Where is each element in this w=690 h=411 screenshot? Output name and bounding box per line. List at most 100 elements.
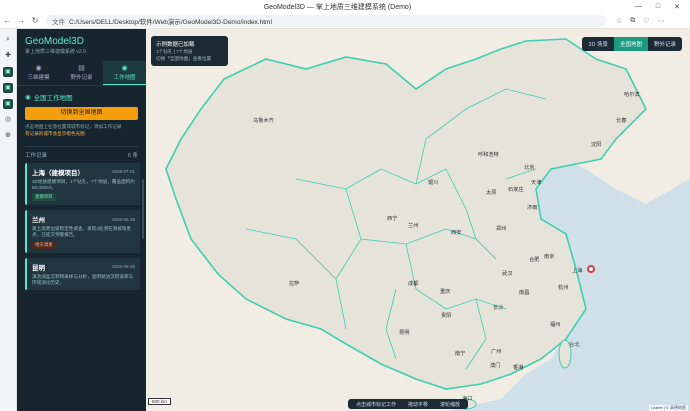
globe-icon: ◉ [121, 65, 128, 72]
url-input[interactable]: 文件 C:/Users/DELL/Desktop/软件/Web演示/GeoMod… [46, 14, 606, 27]
worklog-list: 上海（建模项目） 2026-07-01 3D地质建模项目，1个钻孔，7个地层，覆盖… [17, 162, 146, 290]
app-icon[interactable]: ▣ [3, 99, 13, 109]
city-label[interactable]: 澳门 [490, 362, 500, 369]
city-label[interactable]: 天津 [531, 179, 541, 186]
city-label[interactable]: 合肥 [529, 256, 539, 263]
city-label[interactable]: 长春 [616, 117, 626, 124]
city-label[interactable]: 长沙 [493, 304, 503, 311]
app-name: GeoModel3D [25, 36, 84, 47]
forward-icon[interactable]: → [14, 16, 28, 25]
city-label[interactable]: 南宁 [455, 350, 465, 357]
menu-icon[interactable]: ⋯ [658, 17, 665, 25]
city-label[interactable]: 银川 [428, 179, 438, 186]
app-subtitle: 掌上地质三维建模系统 v2.0 [25, 49, 86, 55]
worklog-count: 6 条 [127, 152, 138, 159]
globe-icon: ◉ [25, 94, 31, 101]
worklog-title: 工作记录 [25, 152, 48, 159]
tab-work-map[interactable]: ◉ 工作地图 [103, 61, 146, 85]
url-scheme-tag: 文件 [52, 18, 65, 26]
city-label[interactable]: 南昌 [519, 289, 529, 296]
city-label[interactable]: 拉萨 [289, 280, 299, 287]
map-help-bar: 点击城市标记工作 拖动平移 滚轮缩放 [348, 399, 469, 409]
window-title: GeoModel3D — 掌上地质三维建模系统 (Demo) [263, 3, 412, 11]
browser-side-panel: ⌕ ✚ ▣ ▣ ▣ ◎ ⊕ [0, 29, 17, 411]
worklog-card[interactable]: 上海（建模项目） 2026-07-01 3D地质建模项目，1个钻孔，7个地层，覆盖… [25, 162, 140, 206]
map-attribution[interactable]: Leaflet | © 高德地图 [648, 405, 688, 411]
scale-bar: 500 km [148, 398, 171, 405]
map-hint: 点击地图上任意位置或城市标记，添加工作记录 [25, 124, 122, 129]
city-label[interactable]: 上海 [572, 267, 582, 274]
card-badge: 建模项目 [32, 193, 56, 202]
card-city: 兰州 [32, 217, 45, 225]
city-label[interactable]: 台北 [569, 341, 579, 348]
view-field-records-button[interactable]: 野外记录 [648, 37, 682, 51]
switch-national-map-button[interactable]: 切换到全国地图 [25, 107, 138, 120]
city-label[interactable]: 西安 [451, 229, 461, 236]
city-label[interactable]: 郑州 [496, 225, 506, 232]
city-label[interactable]: 贵阳 [441, 312, 451, 319]
city-label[interactable]: 北京 [524, 164, 534, 171]
reload-icon[interactable]: ↻ [28, 16, 42, 25]
card-date: 2026-07-01 [111, 169, 135, 175]
city-label[interactable]: 南京 [544, 253, 554, 260]
city-label[interactable]: 重庆 [440, 288, 450, 295]
close-button[interactable]: ✕ [674, 3, 680, 11]
target-icon[interactable]: ◎ [3, 115, 13, 125]
collections-icon[interactable]: ♡ [643, 17, 649, 25]
toast-line: 1个钻孔 | 7个地层 [156, 49, 193, 54]
tab-label: 工作地图 [113, 75, 136, 81]
add-icon[interactable]: ✚ [3, 51, 13, 61]
city-label[interactable]: 武汉 [502, 270, 512, 277]
tab-field-records[interactable]: ▤ 野外记录 [60, 61, 103, 85]
globe-icon: ◉ [35, 65, 42, 72]
city-label[interactable]: 乌鲁木齐 [253, 117, 274, 124]
worklog-header: 工作记录 6 条 [17, 147, 146, 163]
tab-label: 三维建模 [27, 75, 50, 81]
address-bar-row: ← → ↻ 文件 C:/Users/DELL/Desktop/软件/Web演示/… [0, 13, 690, 29]
city-label[interactable]: 沈阳 [591, 141, 601, 148]
worklog-card[interactable]: 兰州 2026-06-28 黄土高原边坡稳定性调查，发现3处潜在滑坡隐患点，已提交… [25, 210, 140, 253]
worklog-card[interactable]: 昆明 2026-06-25 滇池湖盆沉积物采样与分析，查明湖泊沉积速率与环境演化历… [25, 257, 140, 290]
back-icon[interactable]: ← [0, 16, 14, 25]
shanghai-active-marker[interactable] [587, 265, 595, 273]
search-icon[interactable]: ⌕ [3, 35, 13, 45]
city-label[interactable]: 济南 [527, 204, 537, 211]
city-label[interactable]: 太原 [486, 189, 496, 196]
city-label[interactable]: 成都 [408, 280, 418, 287]
card-date: 2026-06-28 [111, 216, 135, 222]
toast-title: 示例数据已加载 [156, 42, 195, 48]
view-national-map-button[interactable]: 全国地图 [613, 37, 648, 51]
app-icon[interactable]: ▣ [3, 67, 13, 77]
minimize-button[interactable]: — [635, 3, 642, 11]
scrollbar[interactable] [142, 179, 144, 239]
window-controls: — □ ✕ [635, 3, 680, 11]
view-3d-scene-button[interactable]: 3D 场景 [582, 37, 614, 51]
globe-icon[interactable]: ⊕ [3, 131, 13, 141]
tab-3d-modeling[interactable]: ◉ 三维建模 [17, 61, 60, 85]
favorite-icon[interactable]: ☆ [616, 17, 622, 25]
sidebar-tabs: ◉ 三维建模 ▤ 野外记录 ◉ 工作地图 [17, 61, 146, 86]
city-label[interactable]: 昆明 [399, 329, 409, 336]
city-label[interactable]: 呼和浩特 [478, 151, 499, 158]
toast-line: 切换「全国地图」查看位置 [156, 56, 212, 61]
work-map-section: ◉ 全国工作地图 切换到全国地图 点击地图上任意位置或城市标记，添加工作记录 有记… [17, 86, 146, 138]
card-date: 2026-06-25 [111, 264, 135, 270]
city-label[interactable]: 石家庄 [508, 186, 524, 193]
app-icon[interactable]: ▣ [3, 83, 13, 93]
city-label[interactable]: 杭州 [558, 284, 568, 291]
split-icon[interactable]: ⧉ [630, 17, 635, 25]
card-city: 上海（建模项目） [32, 169, 84, 177]
section-title-text: 全国工作地图 [33, 95, 73, 102]
china-map[interactable]: 乌鲁木齐 哈尔滨 长春 沈阳 呼和浩特 北京 天津 石家庄 太原 银川 济南 西… [146, 29, 690, 411]
city-label[interactable]: 香港 [513, 364, 523, 371]
card-desc: 黄土高原边坡稳定性调查，发现3处潜在滑坡隐患点，已提交预警报告。 [32, 226, 132, 238]
browser-titlebar: GeoModel3D — 掌上地质三维建模系统 (Demo) — □ ✕ [0, 0, 690, 13]
city-label[interactable]: 兰州 [408, 222, 418, 229]
browser-tools: ☆ ⧉ ♡ ⋯ [616, 17, 665, 25]
maximize-button[interactable]: □ [656, 3, 660, 11]
city-label[interactable]: 哈尔滨 [624, 91, 640, 98]
city-label[interactable]: 广州 [491, 348, 501, 355]
city-label[interactable]: 西宁 [387, 215, 397, 222]
city-label[interactable]: 福州 [550, 321, 560, 328]
card-desc: 3D地质建模项目，1个钻孔，7个地层，覆盖面积约50,000m²。 [32, 178, 135, 191]
